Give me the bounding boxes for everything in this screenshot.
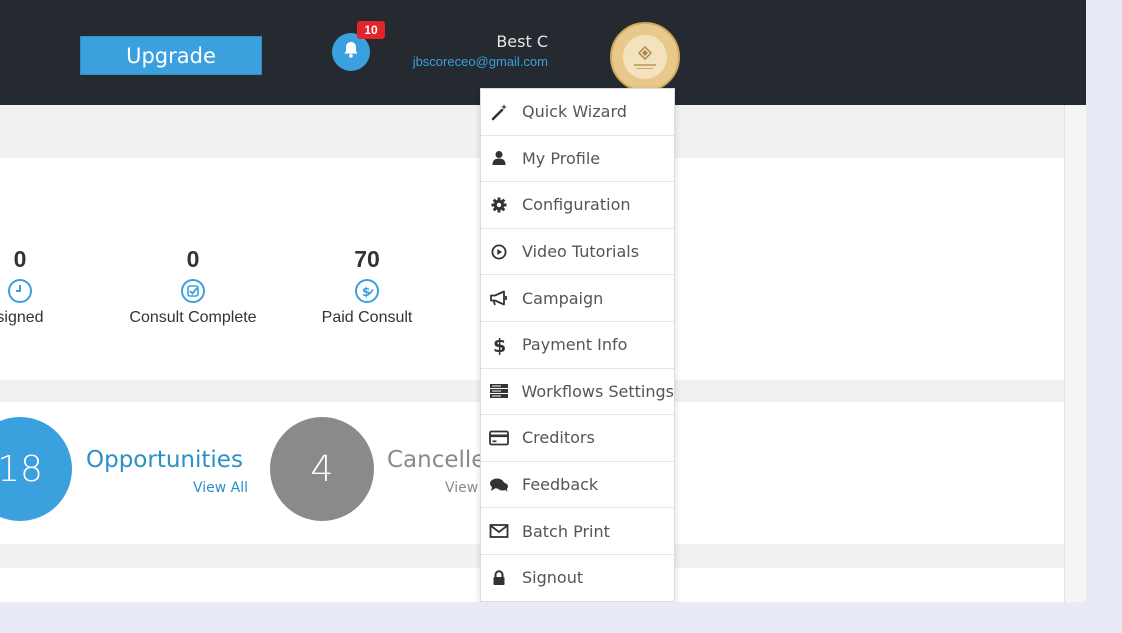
menu-item-label: Feedback: [522, 475, 599, 495]
menu-item-label: Signout: [522, 568, 584, 588]
menu-item-configuration[interactable]: Configuration: [481, 182, 674, 229]
lock-icon: [488, 569, 510, 587]
opportunities-title: Opportunities: [86, 447, 243, 473]
dollar-icon: $: [488, 335, 510, 355]
server-icon: [488, 382, 509, 400]
menu-item-video-tutorials[interactable]: Video Tutorials: [481, 229, 674, 276]
right-sidebar-strip: [1064, 105, 1086, 602]
user-name: Best C: [496, 32, 548, 51]
stat-value: 0: [186, 246, 200, 272]
svg-text:$: $: [493, 335, 506, 355]
stat-consult-complete[interactable]: 0 Consult Complete: [113, 246, 273, 327]
stat-label: signed: [0, 309, 44, 326]
menu-item-campaign[interactable]: Campaign: [481, 275, 674, 322]
stat-signed[interactable]: 0 signed: [0, 246, 80, 327]
menu-item-payment-info[interactable]: $ Payment Info: [481, 322, 674, 369]
menu-item-my-profile[interactable]: My Profile: [481, 136, 674, 183]
avatar-logo: [623, 35, 667, 79]
upgrade-button[interactable]: Upgrade: [80, 36, 262, 75]
opportunities-view-all-link[interactable]: View All: [193, 480, 248, 496]
cancelled-title: Cancelle: [387, 447, 486, 473]
envelope-icon: [488, 522, 510, 540]
cancelled-view-link[interactable]: View: [445, 480, 478, 496]
stat-value: 0: [13, 246, 27, 272]
menu-item-label: Video Tutorials: [522, 242, 640, 262]
menu-item-feedback[interactable]: Feedback: [481, 462, 674, 509]
menu-item-label: Workflows Settings: [521, 381, 674, 401]
menu-item-label: Configuration: [522, 195, 631, 215]
user-email: jbscoreceo@gmail.com: [412, 54, 548, 69]
menu-item-label: Creditors: [522, 428, 595, 448]
user-icon: [488, 149, 510, 167]
check-badge-icon: [180, 278, 206, 304]
megaphone-icon: [488, 289, 510, 307]
comments-icon: [488, 476, 510, 494]
menu-item-signout[interactable]: Signout: [481, 555, 674, 601]
credit-card-icon: [488, 429, 510, 447]
cancelled-count-circle: 4: [270, 417, 374, 521]
user-dropdown-menu: Quick Wizard My Profile Configuration Vi…: [480, 88, 675, 602]
stat-label: Consult Complete: [129, 309, 257, 326]
play-circle-icon: [488, 243, 510, 261]
menu-item-quick-wizard[interactable]: Quick Wizard: [481, 89, 674, 136]
clock-icon: [7, 278, 33, 304]
dollar-check-icon: $: [354, 278, 380, 304]
avatar[interactable]: [610, 22, 680, 92]
stat-paid-consult[interactable]: 70 $ Paid Consult: [302, 246, 432, 327]
app-window: Upgrade 10 Best C jbscoreceo@gmail.com 0…: [0, 0, 1086, 602]
menu-item-label: Campaign: [522, 288, 604, 308]
gear-icon: [488, 196, 510, 214]
menu-item-batch-print[interactable]: Batch Print: [481, 508, 674, 555]
magic-wand-icon: [488, 103, 510, 121]
opportunities-count-circle: 18: [0, 417, 72, 521]
stat-value: 70: [354, 246, 380, 272]
menu-item-label: Payment Info: [522, 335, 628, 355]
menu-item-creditors[interactable]: Creditors: [481, 415, 674, 462]
stat-label: Paid Consult: [321, 309, 413, 326]
menu-item-label: Batch Print: [522, 521, 610, 541]
menu-item-workflows-settings[interactable]: Workflows Settings: [481, 369, 674, 416]
bell-icon: [341, 40, 361, 65]
menu-item-label: My Profile: [522, 148, 601, 168]
menu-item-label: Quick Wizard: [522, 102, 627, 122]
notification-count-badge: 10: [357, 21, 385, 39]
